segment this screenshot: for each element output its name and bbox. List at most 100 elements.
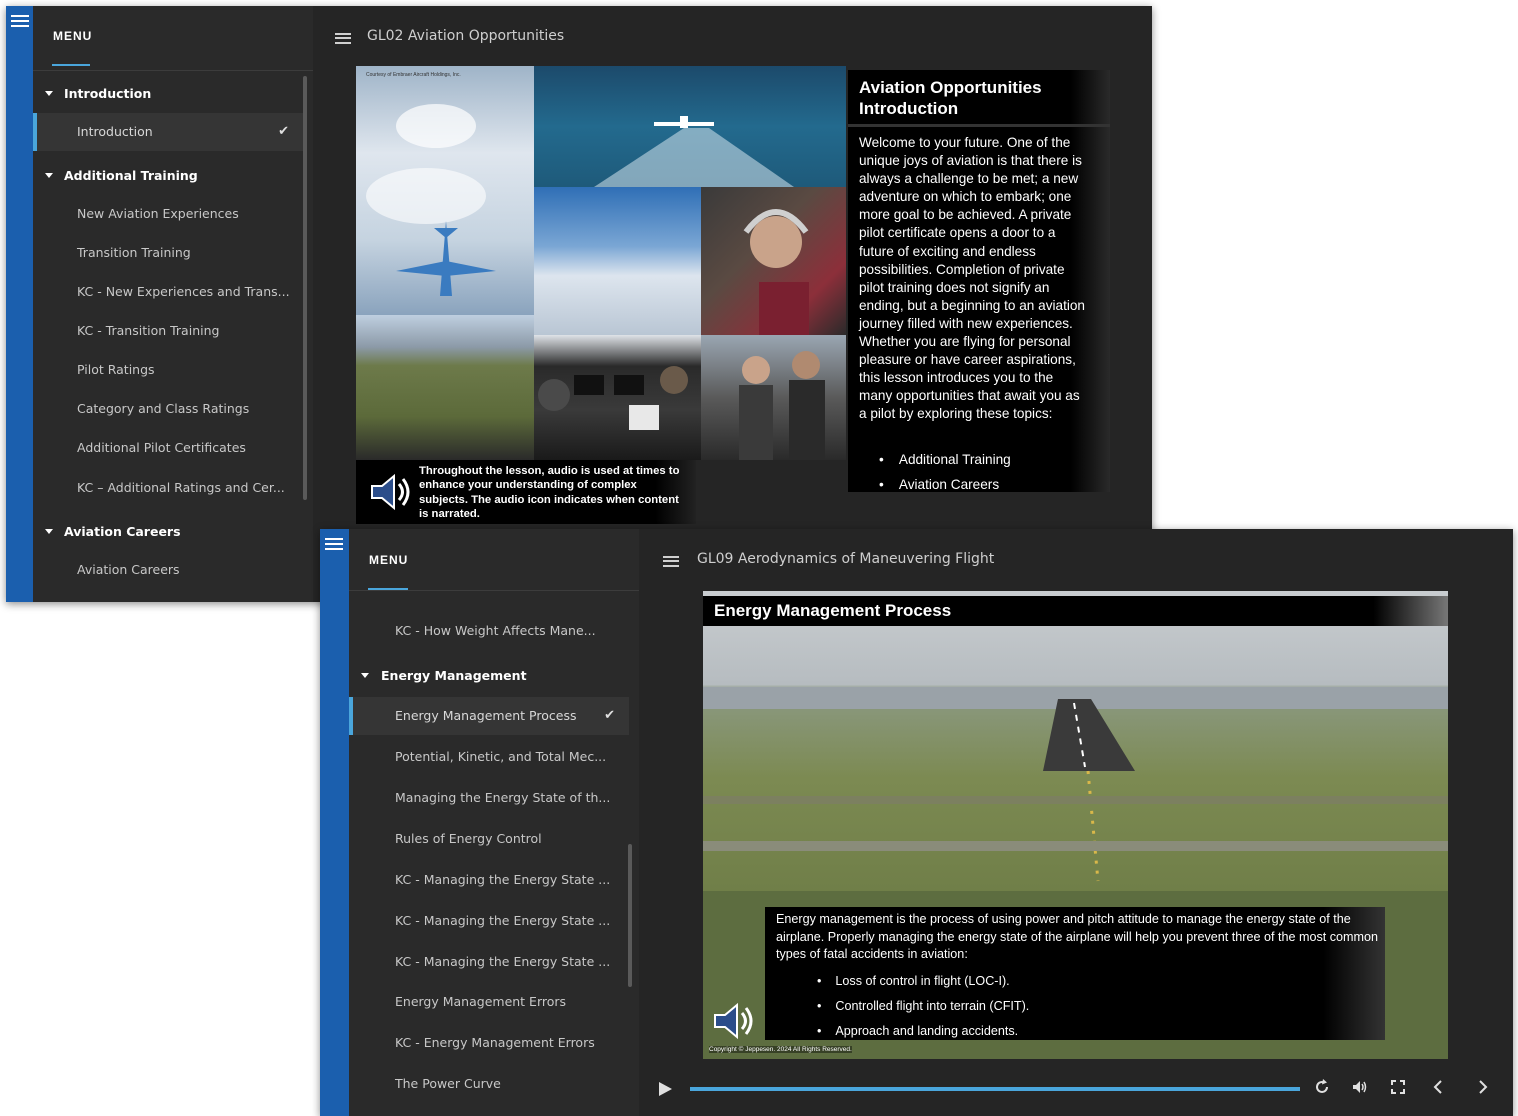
bullet-text: Controlled flight into terrain (CFIT). [835, 999, 1030, 1013]
menu-title: MENU [369, 553, 409, 567]
menu-item-label: Potential, Kinetic, and Total Mec... [395, 749, 607, 764]
play-icon[interactable] [653, 1077, 677, 1101]
lesson-title: GL09 Aerodynamics of Maneuvering Flight [697, 551, 995, 567]
chevron-down-icon [45, 91, 53, 96]
menu-item-label: KC - Managing the Energy State ... [395, 872, 611, 887]
fullscreen-icon[interactable] [1388, 1079, 1408, 1099]
menu-item-power-curve[interactable]: The Power Curve [349, 1065, 629, 1103]
menu-item-kc-transition-training[interactable]: KC - Transition Training [33, 312, 303, 350]
pilots-illustration [739, 351, 825, 460]
replay-icon[interactable] [1312, 1079, 1332, 1099]
menu-section-additional-training[interactable]: Additional Training [33, 157, 303, 195]
speaker-icon[interactable] [366, 468, 414, 516]
menu-item-pilot-ratings[interactable]: Pilot Ratings [33, 351, 303, 389]
slide-text-panel: Aviation Opportunities Introduction Welc… [848, 70, 1110, 492]
photo-pilot-headset [701, 187, 846, 335]
menu-panel: MENU Introduction Introduction ✔ Additio… [33, 6, 313, 602]
window-gl02: MENU Introduction Introduction ✔ Additio… [6, 6, 1152, 602]
photo-clouds-sky [534, 187, 701, 335]
chevron-down-icon [45, 173, 53, 178]
menu-section-aviation-careers[interactable]: Aviation Careers [33, 513, 303, 551]
menu-icon[interactable] [663, 553, 679, 567]
menu-item-label: New Aviation Experiences [77, 206, 239, 221]
progress-fill [690, 1087, 1300, 1091]
menu-scrollbar[interactable] [628, 844, 632, 987]
progress-track[interactable] [690, 1087, 1300, 1091]
menu-title: MENU [53, 29, 93, 43]
slide-heading-line-1: Aviation Opportunities [859, 78, 1042, 97]
bullet-text: Aviation Careers [898, 477, 1000, 492]
slide-heading: Aviation Opportunities Introduction [859, 77, 1042, 119]
cockpit-illustration [538, 366, 688, 430]
chevron-down-icon [45, 529, 53, 534]
menu-item-new-aviation-experiences[interactable]: New Aviation Experiences [33, 195, 303, 233]
menu-item-rules-energy-control[interactable]: Rules of Energy Control [349, 820, 629, 858]
slide-bullet-list: • Additional Training • Aviation Careers [879, 447, 1011, 497]
window-gl09: MENU KC - How Weight Affects Mane... Ene… [320, 529, 1513, 1116]
copyright-text: Copyright © Jeppesen. 2024 All Rights Re… [709, 1046, 852, 1053]
pilot-illustration [743, 209, 809, 335]
sidebar-strip [320, 529, 349, 1116]
seaplane-illustration [594, 116, 794, 187]
menu-scrollbar[interactable] [303, 76, 307, 500]
menu-item-label: Introduction [64, 86, 152, 101]
slide-bullet-list: • Loss of control in flight (LOC-I). • C… [817, 969, 1029, 1044]
menu-item-label: KC - Managing the Energy State ... [395, 913, 611, 928]
menu-item-kc-additional-ratings[interactable]: KC – Additional Ratings and Cer... [33, 469, 303, 507]
photo-cockpit [534, 335, 701, 460]
menu-item-energy-management-errors[interactable]: Energy Management Errors [349, 983, 629, 1021]
menu-header: MENU [33, 6, 313, 71]
menu-item-label: Pilot Ratings [77, 362, 155, 377]
menu-item-label: Introduction [77, 124, 153, 139]
menu-item-transition-training[interactable]: Transition Training [33, 234, 303, 272]
check-icon: ✔ [604, 708, 615, 723]
photo-pilots-tablet [701, 335, 846, 460]
audio-note-text: Throughout the lesson, audio is used at … [419, 465, 680, 520]
menu-item-label: Aviation Careers [64, 524, 181, 539]
menu-item-energy-management-process[interactable]: Energy Management Process ✔ [349, 697, 629, 735]
bullet-item: • Additional Training [879, 452, 1011, 467]
menu-item-label: KC - Energy Management Errors [395, 1035, 595, 1050]
lesson-title: GL02 Aviation Opportunities [367, 28, 565, 44]
menu-item-managing-energy-state[interactable]: Managing the Energy State of th... [349, 779, 629, 817]
menu-item-label: Managing the Energy State of th... [395, 790, 611, 805]
menu-icon[interactable] [325, 535, 343, 551]
menu-item-label: The Power Curve [395, 1076, 501, 1091]
menu-item-kc-new-experiences[interactable]: KC - New Experiences and Trans... [33, 273, 303, 311]
menu-panel: MENU KC - How Weight Affects Mane... Ene… [349, 529, 639, 1116]
menu-item-category-class-ratings[interactable]: Category and Class Ratings [33, 390, 303, 428]
menu-item-label: KC - Managing the Energy State ... [395, 954, 611, 969]
menu-item-label: Energy Management Process [395, 708, 577, 723]
menu-item-label: Additional Training [64, 168, 198, 183]
menu-item-introduction[interactable]: Introduction ✔ [33, 113, 303, 151]
menu-title-underline [368, 588, 408, 590]
photo-jet-over-clouds: Courtesy of Embraer Aircraft Holdings, I… [356, 66, 534, 315]
menu-item-kc-managing-energy-3[interactable]: KC - Managing the Energy State ... [349, 943, 629, 981]
menu-section-introduction[interactable]: Introduction [33, 75, 303, 113]
menu-item-additional-pilot-certificates[interactable]: Additional Pilot Certificates [33, 429, 303, 467]
menu-title-underline [52, 64, 90, 66]
menu-item-kc-weight[interactable]: KC - How Weight Affects Mane... [349, 612, 629, 650]
slide-heading-line-2: Introduction [859, 99, 959, 118]
bullet-text: Approach and landing accidents. [835, 1024, 1019, 1038]
slide-text-panel: Energy management is the process of usin… [765, 907, 1385, 1040]
audio-note-panel: Throughout the lesson, audio is used at … [356, 460, 696, 524]
menu-item-kc-managing-energy-2[interactable]: KC - Managing the Energy State ... [349, 902, 629, 940]
menu-item-kc-energy-errors[interactable]: KC - Energy Management Errors [349, 1024, 629, 1062]
menu-item-kc-managing-energy-1[interactable]: KC - Managing the Energy State ... [349, 861, 629, 899]
bullet-item: • Loss of control in flight (LOC-I). [817, 974, 1010, 988]
menu-section-energy-management[interactable]: Energy Management [349, 657, 629, 695]
menu-item-potential-kinetic[interactable]: Potential, Kinetic, and Total Mec... [349, 738, 629, 776]
volume-icon[interactable] [1350, 1079, 1370, 1099]
speaker-icon[interactable] [709, 997, 757, 1045]
menu-item-aviation-careers[interactable]: Aviation Careers [33, 551, 303, 589]
menu-icon[interactable] [335, 30, 351, 44]
slide-heading-bar: Energy Management Process [703, 596, 1448, 626]
menu-item-label: Transition Training [77, 245, 191, 260]
chevron-right-icon[interactable] [1473, 1079, 1493, 1099]
menu-item-label: Additional Pilot Certificates [77, 440, 246, 455]
menu-item-label: KC - Transition Training [77, 323, 220, 338]
chevron-left-icon[interactable] [1428, 1079, 1448, 1099]
photo-seaplane-wake [534, 66, 846, 187]
menu-icon[interactable] [11, 12, 29, 28]
